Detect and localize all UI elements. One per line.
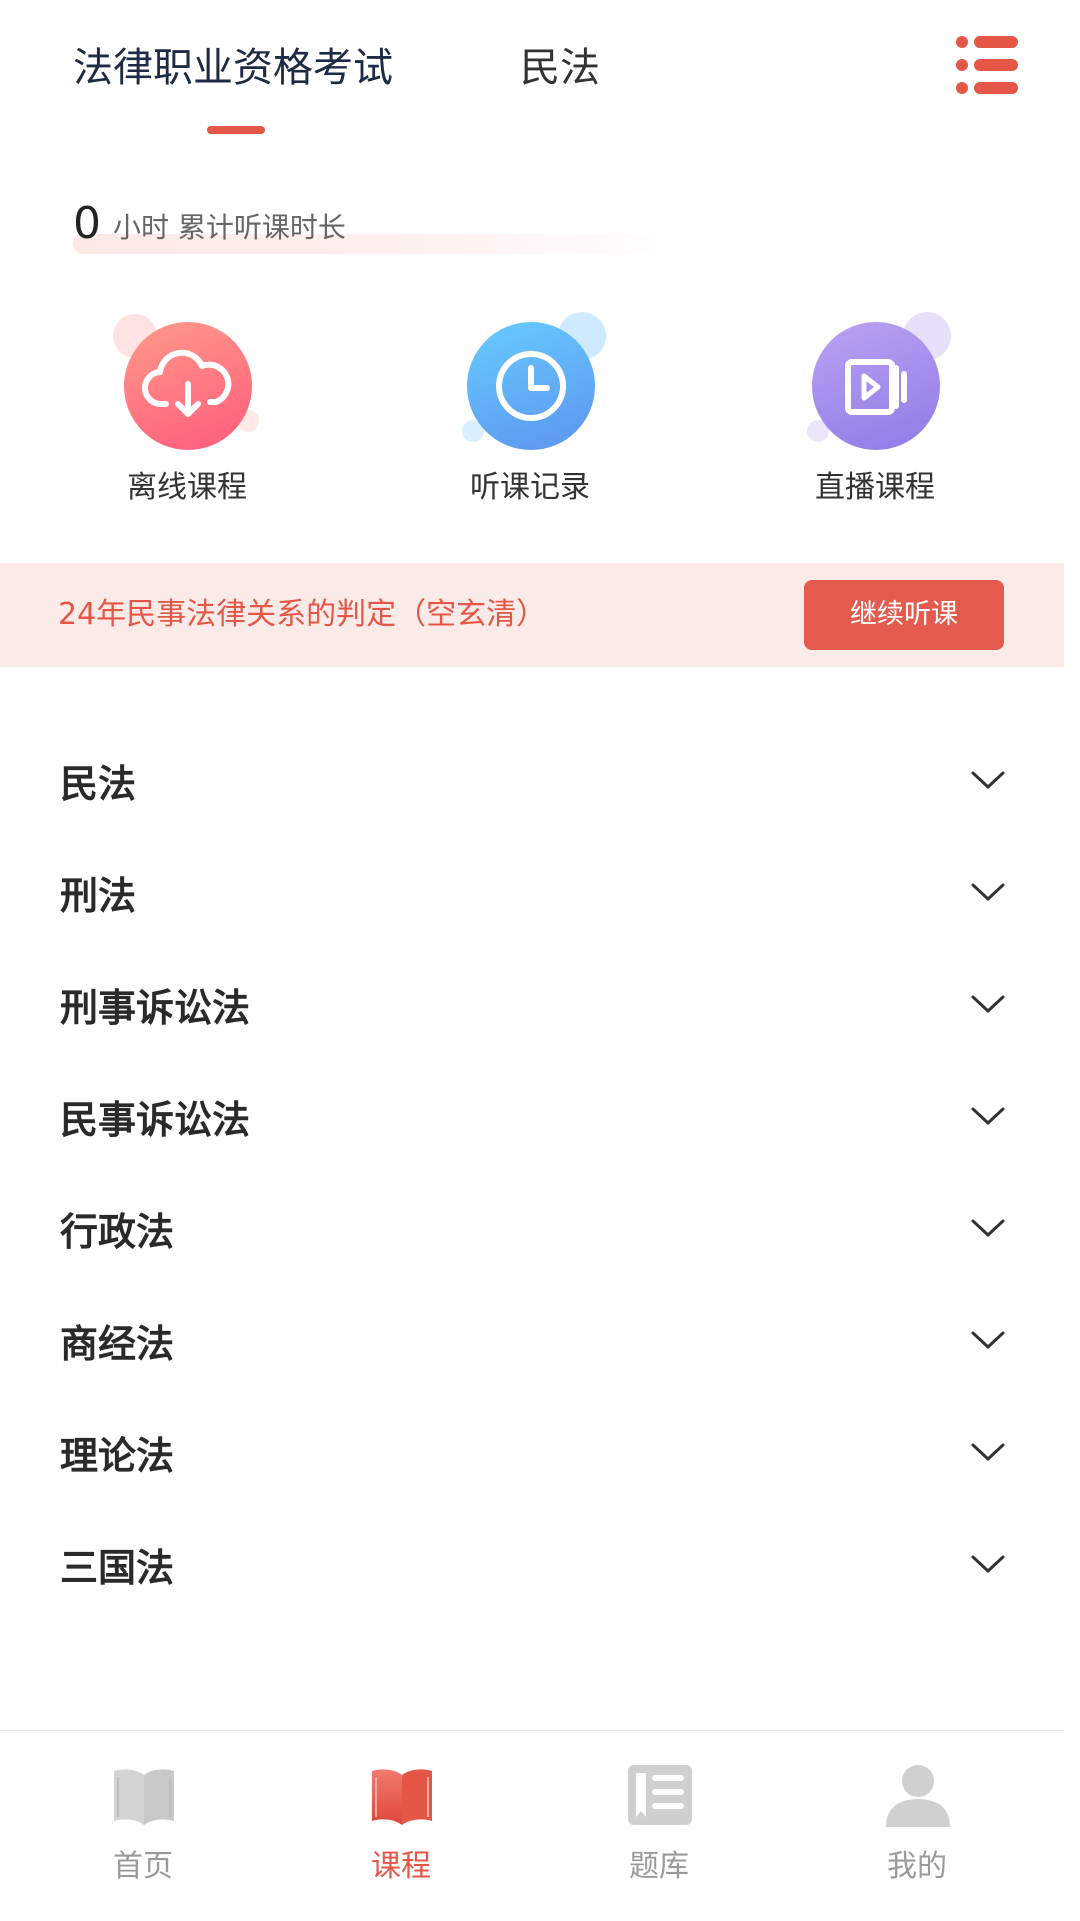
- subject-item-commercial-economic-law[interactable]: 商经法: [0, 1288, 1064, 1400]
- offline-courses-shortcut[interactable]: 离线课程: [87, 314, 287, 508]
- subject-label: 行政法: [60, 1210, 175, 1254]
- subject-label: 理论法: [60, 1434, 175, 1478]
- listening-history-label: 听课记录: [470, 470, 590, 505]
- cloud-download-icon: [124, 322, 252, 450]
- nav-home[interactable]: 首页: [53, 1749, 233, 1909]
- clock-icon: [467, 322, 595, 450]
- book-open-icon: [114, 1769, 174, 1825]
- subject-label: 民法: [60, 762, 137, 806]
- continue-listening-button[interactable]: 继续听课: [804, 580, 1004, 650]
- offline-courses-label: 离线课程: [127, 470, 247, 505]
- chevron-down-icon: [971, 1443, 1005, 1461]
- list-menu-icon[interactable]: [955, 34, 1019, 96]
- nav-question-bank-label: 题库: [629, 1849, 689, 1884]
- study-time-summary: 0 小时 累计听课时长: [73, 196, 693, 258]
- nav-profile[interactable]: 我的: [827, 1749, 1007, 1909]
- bottom-navigation: 首页 课程 题库 我的: [0, 1730, 1064, 1921]
- nav-courses[interactable]: 课程: [311, 1749, 491, 1909]
- chevron-down-icon: [971, 1107, 1005, 1125]
- subject-item-civil-law[interactable]: 民法: [0, 728, 1064, 840]
- subject-label: 三国法: [60, 1546, 175, 1590]
- subject-item-criminal-procedure-law[interactable]: 刑事诉讼法: [0, 952, 1064, 1064]
- subject-label: 刑事诉讼法: [60, 986, 251, 1030]
- live-courses-label: 直播课程: [815, 470, 935, 505]
- live-courses-shortcut[interactable]: 直播课程: [775, 312, 975, 508]
- tab-law-exam[interactable]: 法律职业资格考试: [73, 40, 393, 96]
- subject-item-theory-law[interactable]: 理论法: [0, 1400, 1064, 1512]
- continue-learning-banner: 24年民事法律关系的判定（空玄清） 继续听课: [0, 563, 1064, 667]
- chevron-down-icon: [971, 995, 1005, 1013]
- subject-label: 民事诉讼法: [60, 1098, 251, 1142]
- chevron-down-icon: [971, 771, 1005, 789]
- last-lesson-title[interactable]: 24年民事法律关系的判定（空玄清）: [58, 593, 546, 637]
- chevron-down-icon: [971, 1331, 1005, 1349]
- subject-item-international-law[interactable]: 三国法: [0, 1512, 1064, 1624]
- chevron-down-icon: [971, 1555, 1005, 1573]
- active-tab-indicator: [207, 126, 265, 134]
- subject-item-civil-procedure-law[interactable]: 民事诉讼法: [0, 1064, 1064, 1176]
- subject-label: 商经法: [60, 1322, 175, 1366]
- book-open-icon: [372, 1769, 432, 1825]
- nav-courses-label: 课程: [371, 1849, 431, 1884]
- video-play-icon: [812, 322, 940, 450]
- listening-history-shortcut[interactable]: 听课记录: [430, 312, 630, 508]
- top-header: 法律职业资格考试 民法: [0, 0, 1080, 160]
- subject-label: 刑法: [60, 874, 137, 918]
- nav-profile-label: 我的: [887, 1849, 947, 1884]
- study-hours-label: 小时 累计听课时长: [113, 211, 346, 244]
- nav-question-bank[interactable]: 题库: [569, 1749, 749, 1909]
- nav-home-label: 首页: [113, 1849, 173, 1884]
- study-hours-value: 0: [73, 198, 101, 249]
- user-icon: [886, 1765, 950, 1827]
- tab-civil-law[interactable]: 民法: [520, 40, 600, 96]
- subject-item-criminal-law[interactable]: 刑法: [0, 840, 1064, 952]
- question-bank-icon: [628, 1765, 692, 1825]
- chevron-down-icon: [971, 883, 1005, 901]
- subject-item-administrative-law[interactable]: 行政法: [0, 1176, 1064, 1288]
- chevron-down-icon: [971, 1219, 1005, 1237]
